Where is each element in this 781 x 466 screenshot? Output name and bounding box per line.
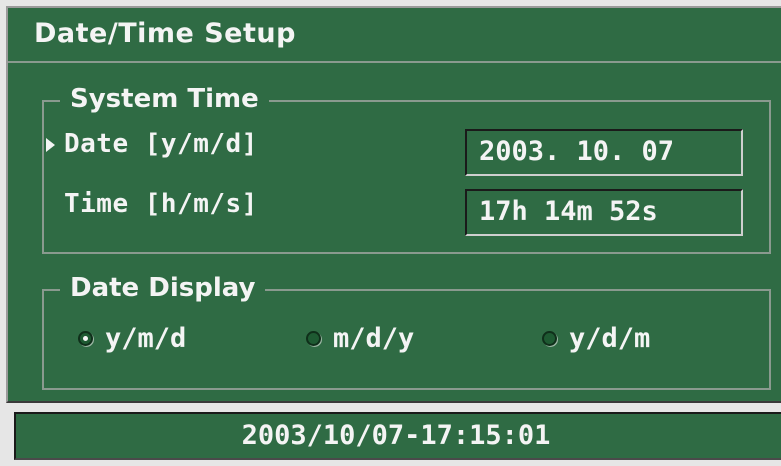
radio-option-label: y/m/d [105,323,187,354]
radio-option-mdy[interactable]: m/d/y [306,323,414,354]
system-time-group: System Time Date [y/m/d] 2003. 10. 07 Ti… [42,82,771,254]
current-datetime: 2003/10/07-17:15:01 [241,420,551,451]
system-time-legend: System Time [60,82,269,116]
focus-pointer-icon [46,138,55,152]
date-display-legend: Date Display [60,271,266,305]
date-field[interactable]: 2003. 10. 07 [465,129,743,176]
radio-option-label: y/d/m [569,323,651,354]
date-time-setup-dialog: Date/Time Setup System Time Date [y/m/d]… [6,6,781,403]
radio-button-icon [542,331,557,346]
time-field[interactable]: 17h 14m 52s [465,189,743,236]
radio-option-label: m/d/y [333,323,415,354]
device-screen: Date/Time Setup System Time Date [y/m/d]… [0,0,781,466]
radio-option-ymd[interactable]: y/m/d [78,323,186,354]
radio-option-ydm[interactable]: y/d/m [542,323,650,354]
radio-button-icon [78,331,93,346]
date-display-group: Date Display y/m/d m/d/y y/d/m [42,271,771,390]
dialog-title: Date/Time Setup [34,18,296,49]
title-bar: Date/Time Setup [8,8,781,63]
time-label: Time [h/m/s] [64,189,258,219]
date-label: Date [y/m/d] [64,129,258,159]
radio-button-icon [306,331,321,346]
status-bar: 2003/10/07-17:15:01 [14,412,781,460]
